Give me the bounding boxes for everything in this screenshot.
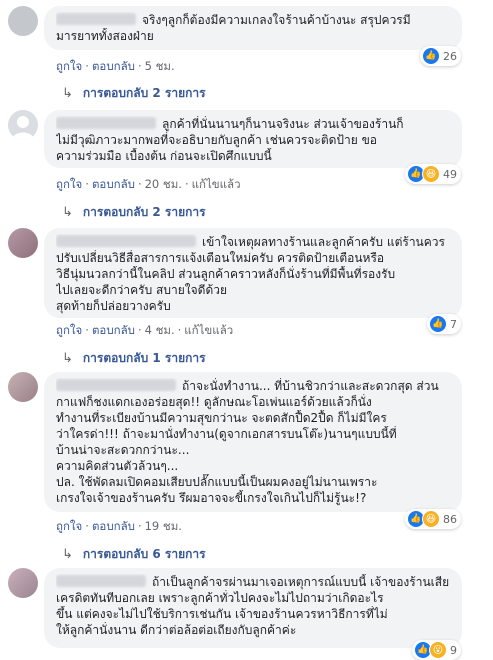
- comment-text: ปรับเปลี่ยนวิธีสื่อสารการแจ้งเตือนใหม่คร…: [56, 251, 385, 265]
- comment-bubble: ลูกค้าที่นั่นนานๆก็นานจริงนะ ส่วนเจ้าของ…: [44, 110, 462, 168]
- haha-icon: 😆: [422, 165, 440, 183]
- reply-arrow-icon: ↳: [62, 547, 73, 562]
- like-button[interactable]: ถูกใจ: [56, 323, 82, 337]
- comment-text: สุดท้ายก็ปล่อยวางครับ: [56, 299, 171, 313]
- replies-label[interactable]: การตอบกลับ 2 รายการ: [83, 84, 206, 103]
- comment-bubble: เข้าใจเหตุผลทางร้านและลูกค้าครับ แต่ร้าน…: [44, 228, 462, 318]
- comment-text: เกรงใจเจ้าของร้านครับ รึผมอาจจะขี้เกรงใจ…: [56, 491, 367, 505]
- edited-label[interactable]: แก้ไขแล้ว: [184, 323, 233, 337]
- reply-button[interactable]: ตอบกลับ: [92, 323, 135, 337]
- reply-arrow-icon: ↳: [62, 86, 73, 101]
- comment-actions: ถูกใจ · ตอบกลับ · 4 ชม. · แก้ไขแล้ว: [56, 323, 234, 337]
- reply-button[interactable]: ตอบกลับ: [92, 59, 135, 73]
- reaction-count: 7: [450, 317, 457, 331]
- comment-text: ไปเลยจะดีกว่าครับ สบายใจดีด้วย: [56, 283, 228, 297]
- reaction-summary[interactable]: 👍 7: [427, 314, 461, 334]
- haha-icon: 😆: [422, 510, 440, 528]
- comment-text: ความร่วมมือ เบื้องต้น ก่อนจะเปิดศึกแบบนี…: [56, 149, 272, 163]
- reply-button[interactable]: ตอบกลับ: [92, 177, 135, 191]
- reaction-summary[interactable]: 👍 26: [420, 46, 461, 66]
- reply-button[interactable]: ตอบกลับ: [92, 519, 135, 533]
- comment-actions: ถูกใจ · ตอบกลับ · 5 ชม.: [56, 59, 175, 73]
- comment-text: ถ้าจะนั่งทำงาน... ที่บ้านชิวกว่าและสะดวก…: [182, 379, 439, 393]
- timestamp[interactable]: 19 ชม.: [145, 519, 182, 533]
- comment-text: ไม่มีวุฒิภาวะมากพอที่จะอธิบายกับลูกค้า เ…: [56, 133, 378, 147]
- commenter-name[interactable]: [56, 117, 156, 129]
- comment-text: ว่าใครด่า!!! ถ้าจะมานั่งทำงาน(ดูจากเอกสา…: [56, 427, 397, 441]
- like-icon: 👍: [422, 47, 440, 65]
- comment-text: บ้านน่าจะสะดวกกว่านะ...: [56, 443, 190, 457]
- view-replies[interactable]: ↳ การตอบกลับ 2 รายการ: [62, 203, 206, 222]
- reaction-summary[interactable]: 👍 😆 49: [405, 164, 461, 184]
- comment-text: จริงๆลูกก็ต้องมีความเกลงใจร้านค้าบ้างนะ …: [142, 13, 411, 27]
- comment-text: กาแฟก็ชงแดกเองอร่อยสุด!! ดูลักษณะโอเพ่นแ…: [56, 395, 372, 409]
- timestamp[interactable]: 4 ชม.: [145, 323, 175, 337]
- commenter-name[interactable]: [56, 235, 196, 247]
- avatar[interactable]: [8, 228, 38, 258]
- commenter-name[interactable]: [56, 575, 146, 587]
- comment-actions: ถูกใจ · ตอบกลับ · 19 ชม.: [56, 519, 182, 533]
- view-replies[interactable]: ↳ การตอบกลับ 1 รายการ: [62, 349, 206, 368]
- comment-text: ความคิดส่วนตัวล้วนๆ...: [56, 459, 179, 473]
- comment-text: ปล. ใช้พัดลมเปิดคอมเสียบปลั๊กแบบนี้เป็นผ…: [56, 475, 378, 489]
- comment-bubble: จริงๆลูกก็ต้องมีความเกลงใจร้านค้าบ้างนะ …: [44, 6, 462, 50]
- view-replies[interactable]: ↳ การตอบกลับ 6 รายการ: [62, 545, 206, 564]
- reply-arrow-icon: ↳: [62, 351, 73, 366]
- default-avatar-icon: [12, 116, 34, 140]
- comment-text: ถ้าเป็นลูกค้าจรผ่านมาเจอเหตุการณ์แบบนี้ …: [152, 575, 450, 589]
- avatar[interactable]: [8, 568, 38, 598]
- replies-label[interactable]: การตอบกลับ 1 รายการ: [83, 349, 206, 368]
- comment-text: วิธีนุ่มนวลกว่านี้ในคลิป ส่วนลูกค้าคราวห…: [56, 267, 396, 281]
- reaction-count: 26: [443, 49, 457, 63]
- edited-label[interactable]: แก้ไขแล้ว: [192, 177, 241, 191]
- like-button[interactable]: ถูกใจ: [56, 59, 82, 73]
- avatar[interactable]: [8, 6, 38, 36]
- reply-arrow-icon: ↳: [62, 205, 73, 220]
- replies-label[interactable]: การตอบกลับ 2 รายการ: [83, 203, 206, 222]
- commenter-name[interactable]: [56, 379, 176, 391]
- comment-bubble: ถ้าจะนั่งทำงาน... ที่บ้านชิวกว่าและสะดวก…: [44, 372, 462, 512]
- comment-text: ลูกค้าที่นั่นนานๆก็นานจริงนะ ส่วนเจ้าของ…: [162, 117, 404, 131]
- comment-text: ให้ลูกค้านั่งนาน ดีกว่าต่อล้อต่อเถียงกับ…: [56, 623, 297, 637]
- avatar[interactable]: [8, 110, 38, 140]
- comment-text: ขึ้น แต่คงจะไม่ไปใช้บริการเช่นกัน เจ้าขอ…: [56, 607, 388, 621]
- comment-text: มารยาททั้งสองฝ่าย: [56, 29, 154, 43]
- timestamp[interactable]: 5 ชม.: [145, 59, 175, 73]
- like-button[interactable]: ถูกใจ: [56, 519, 82, 533]
- like-icon: 👍: [429, 315, 447, 333]
- comment-bubble: ถ้าเป็นลูกค้าจรผ่านมาเจอเหตุการณ์แบบนี้ …: [44, 568, 462, 648]
- reaction-count: 49: [443, 167, 457, 181]
- reaction-summary[interactable]: 👍 😮 9: [412, 640, 461, 660]
- comment-actions: ถูกใจ · ตอบกลับ · 20 ชม. · แก้ไขแล้ว: [56, 177, 241, 191]
- comment-text: เครดิตทันทีบอกเลย เพราะลูกค้าทั่วไปคงจะไ…: [56, 591, 384, 605]
- avatar[interactable]: [8, 372, 38, 402]
- reaction-count: 9: [450, 643, 457, 657]
- reaction-count: 86: [443, 512, 457, 526]
- wow-icon: 😮: [429, 641, 447, 659]
- view-replies[interactable]: ↳ การตอบกลับ 2 รายการ: [62, 84, 206, 103]
- timestamp[interactable]: 20 ชม.: [145, 177, 182, 191]
- commenter-name[interactable]: [56, 13, 136, 25]
- comment-text: เข้าใจเหตุผลทางร้านและลูกค้าครับ แต่ร้าน…: [202, 235, 445, 249]
- reaction-summary[interactable]: 👍 😆 86: [405, 509, 461, 529]
- like-button[interactable]: ถูกใจ: [56, 177, 82, 191]
- comment-text: ทำงานที่ระเบียงบ้านมีความสุขกว่านะ จะตดส…: [56, 411, 387, 425]
- replies-label[interactable]: การตอบกลับ 6 รายการ: [83, 545, 206, 564]
